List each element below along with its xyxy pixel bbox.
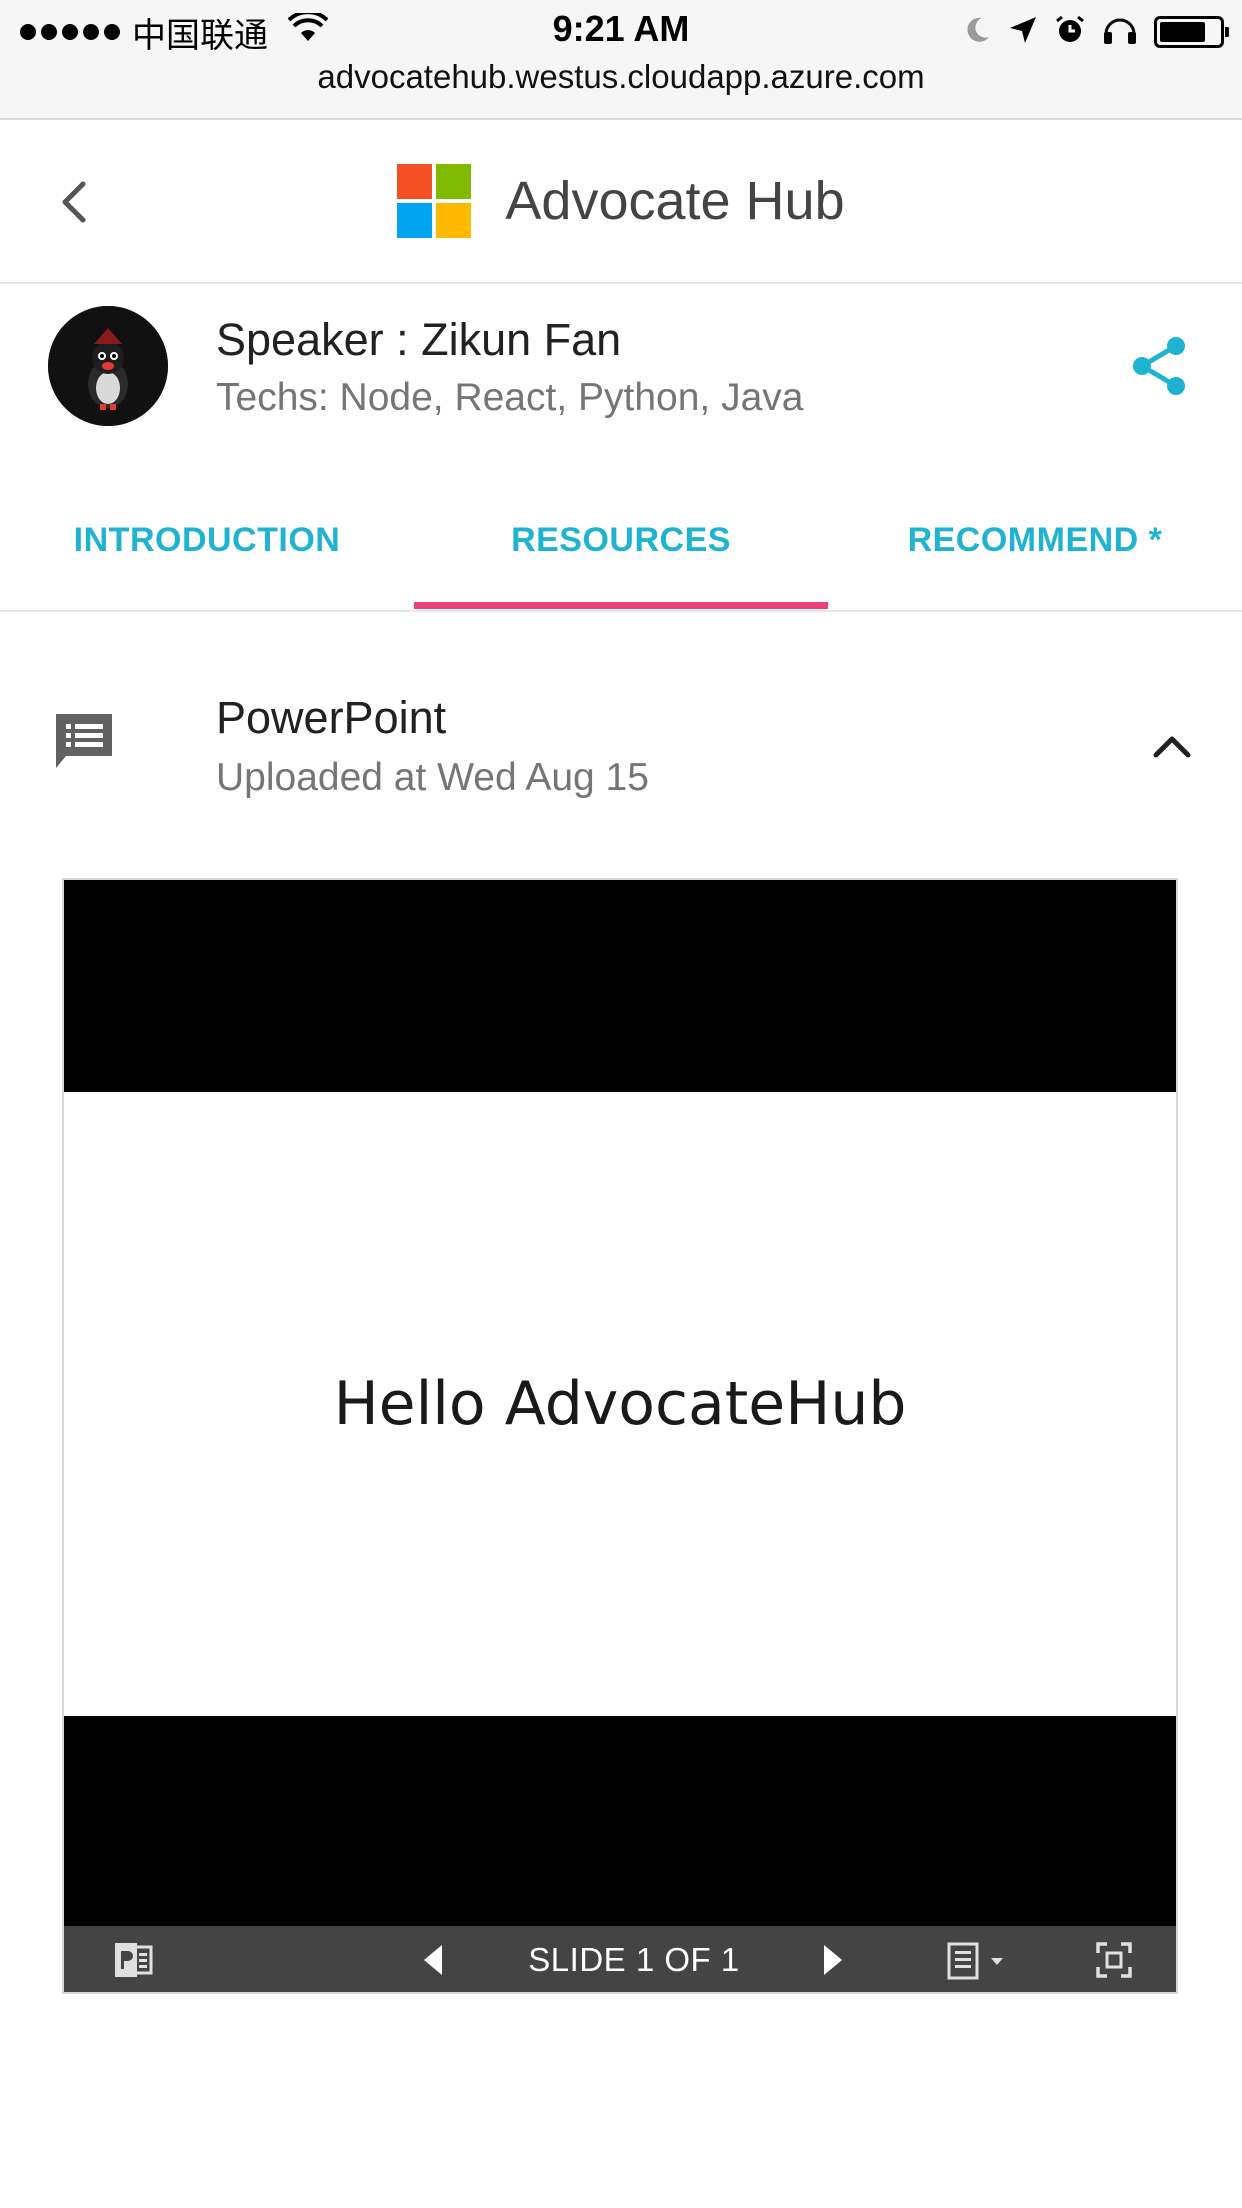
brand: Advocate Hub [0, 164, 1242, 238]
app-title: Advocate Hub [505, 171, 845, 231]
active-tab-indicator [414, 602, 828, 609]
moon-icon [962, 15, 992, 50]
tab-recommend[interactable]: RECOMMEND * [828, 470, 1242, 610]
microsoft-logo-icon [397, 164, 472, 238]
resource-title: PowerPoint [216, 692, 447, 743]
speaker-name: Speaker : Zikun Fan [216, 314, 622, 365]
speaker-card: Speaker : Zikun Fan Techs: Node, React, … [0, 286, 1242, 446]
battery-icon [1154, 16, 1229, 48]
comment-list-icon [52, 710, 116, 774]
notes-view-button[interactable] [938, 1926, 1018, 1992]
viewer-toolbar: SLIDE 1 OF 1 [64, 1926, 1176, 1992]
tab-resources[interactable]: RESOURCES [414, 470, 828, 610]
headphones-icon [1102, 14, 1138, 51]
powerpoint-icon[interactable] [108, 1926, 158, 1992]
fullscreen-button[interactable] [1084, 1926, 1144, 1992]
letterbox-bottom [64, 1716, 1176, 1926]
slide-counter: SLIDE 1 OF 1 [528, 1941, 740, 1978]
previous-slide-button[interactable] [408, 1926, 458, 1992]
next-slide-button[interactable] [808, 1926, 858, 1992]
letterbox-top [64, 880, 1176, 1092]
avatar [48, 306, 168, 426]
notes-icon [947, 1942, 1003, 1980]
chevron-up-icon [1153, 736, 1191, 758]
address-bar[interactable]: advocatehub.westus.cloudapp.azure.com [0, 58, 1242, 96]
status-right [962, 10, 1229, 54]
speaker-techs: Techs: Node, React, Python, Java [216, 376, 804, 419]
slide[interactable]: Hello AdvocateHub [64, 1092, 1176, 1716]
resource-upload-date: Uploaded at Wed Aug 15 [216, 756, 649, 799]
fullscreen-icon [1096, 1942, 1132, 1978]
tab-introduction[interactable]: INTRODUCTION [0, 470, 414, 610]
tab-bar: INTRODUCTION RESOURCES RECOMMEND * [0, 470, 1242, 612]
status-bar: 中国联通 9:21 AM advocatehub.westus.cloudapp… [0, 0, 1242, 120]
alarm-icon [1054, 14, 1086, 51]
resource-item[interactable]: PowerPoint Uploaded at Wed Aug 15 [0, 660, 1242, 830]
slide-text: Hello AdvocateHub [333, 1369, 907, 1439]
location-icon [1008, 15, 1038, 50]
triangle-left-icon [424, 1945, 442, 1975]
app-header: Advocate Hub [0, 122, 1242, 284]
share-button[interactable] [1128, 334, 1192, 398]
collapse-button[interactable] [1142, 716, 1202, 776]
share-icon [1133, 337, 1185, 395]
powerpoint-viewer[interactable]: Hello AdvocateHub SLIDE 1 OF 1 [62, 878, 1178, 1994]
triangle-right-icon [824, 1945, 842, 1975]
